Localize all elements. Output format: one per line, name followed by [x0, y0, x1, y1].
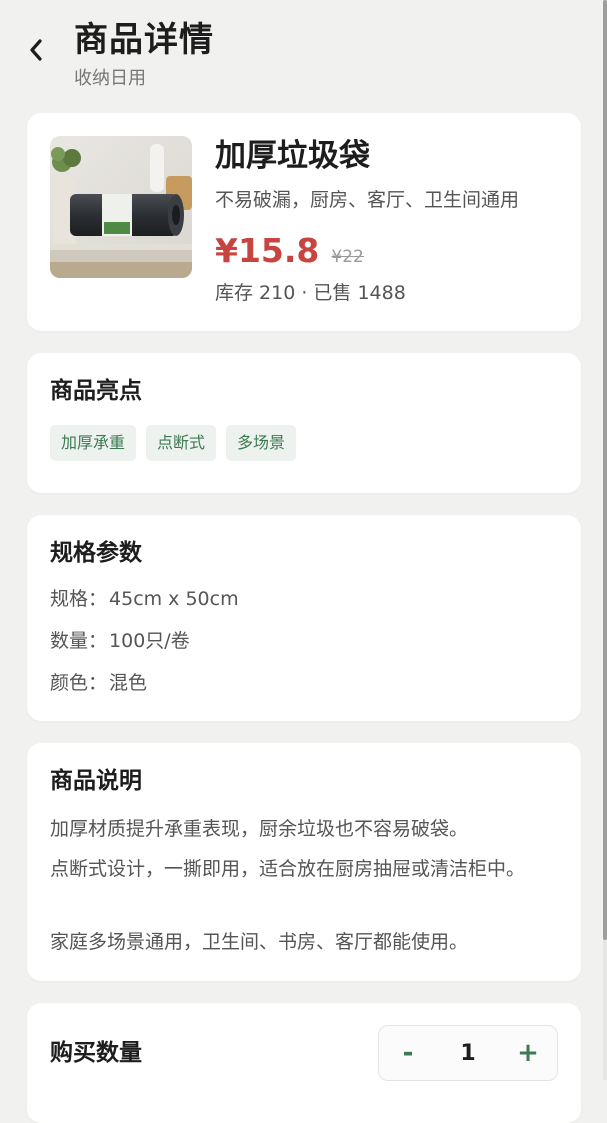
product-image	[50, 136, 192, 278]
current-price: ¥15.8	[215, 231, 320, 270]
chevron-left-icon	[30, 39, 42, 61]
original-price: ¥22	[331, 247, 364, 267]
description-title: 商品说明	[50, 768, 142, 794]
highlight-tag[interactable]: 加厚承重	[50, 425, 137, 461]
quantity-stepper: - 1 +	[378, 1025, 558, 1081]
purchase-quantity-card: 购买数量 - 1 +	[27, 1003, 581, 1123]
product-name: 加厚垃圾袋	[215, 138, 370, 174]
price-row: ¥15.8 ¥22	[215, 229, 364, 273]
specs-card: 规格参数 规格： 45cm x 50cm 数量： 100只/卷 颜色： 混色	[27, 515, 581, 721]
spec-row-size: 规格： 45cm x 50cm	[50, 585, 239, 613]
page-subtitle: 收纳日用	[74, 68, 146, 89]
highlights-title: 商品亮点	[50, 378, 142, 404]
scrollbar[interactable]	[603, 0, 607, 1080]
spec-value: 混色	[109, 672, 148, 694]
spec-value: 45cm x 50cm	[109, 588, 239, 610]
highlights-card: 商品亮点 加厚承重 点断式 多场景	[27, 353, 581, 493]
page-title: 商品详情	[74, 20, 214, 60]
spec-row-quantity: 数量： 100只/卷	[50, 627, 190, 655]
back-button[interactable]	[18, 30, 54, 70]
description-paragraph: 加厚材质提升承重表现，厨余垃圾也不容易破袋。	[50, 818, 469, 840]
increase-button[interactable]: +	[499, 1026, 557, 1080]
purchase-quantity-title: 购买数量	[50, 1040, 142, 1066]
product-card: 加厚垃圾袋 不易破漏，厨房、客厅、卫生间通用 ¥15.8 ¥22 库存 210 …	[27, 113, 581, 331]
highlight-tags: 加厚承重 点断式 多场景	[50, 425, 297, 461]
spec-value: 100只/卷	[109, 630, 190, 652]
stock-sales-info: 库存 210 · 已售 1488	[215, 282, 406, 304]
spec-row-color: 颜色： 混色	[50, 669, 147, 697]
decrease-button[interactable]: -	[379, 1026, 437, 1080]
description-paragraph: 点断式设计，一撕即用，适合放在厨房抽屉或清洁柜中。	[50, 858, 526, 880]
spec-label: 规格：	[50, 588, 108, 610]
quantity-value: 1	[460, 1040, 476, 1066]
highlight-tag[interactable]: 点断式	[146, 425, 217, 461]
description-paragraph: 家庭多场景通用，卫生间、书房、客厅都能使用。	[50, 931, 469, 953]
highlight-tag[interactable]: 多场景	[226, 425, 297, 461]
specs-title: 规格参数	[50, 540, 142, 566]
spec-label: 数量：	[50, 630, 108, 652]
header: 商品详情 收纳日用	[0, 0, 607, 105]
product-tagline: 不易破漏，厨房、客厅、卫生间通用	[215, 189, 520, 211]
description-card: 商品说明 加厚材质提升承重表现，厨余垃圾也不容易破袋。 点断式设计，一撕即用，适…	[27, 743, 581, 981]
scrollbar-thumb[interactable]	[603, 0, 607, 940]
spec-label: 颜色：	[50, 672, 108, 694]
